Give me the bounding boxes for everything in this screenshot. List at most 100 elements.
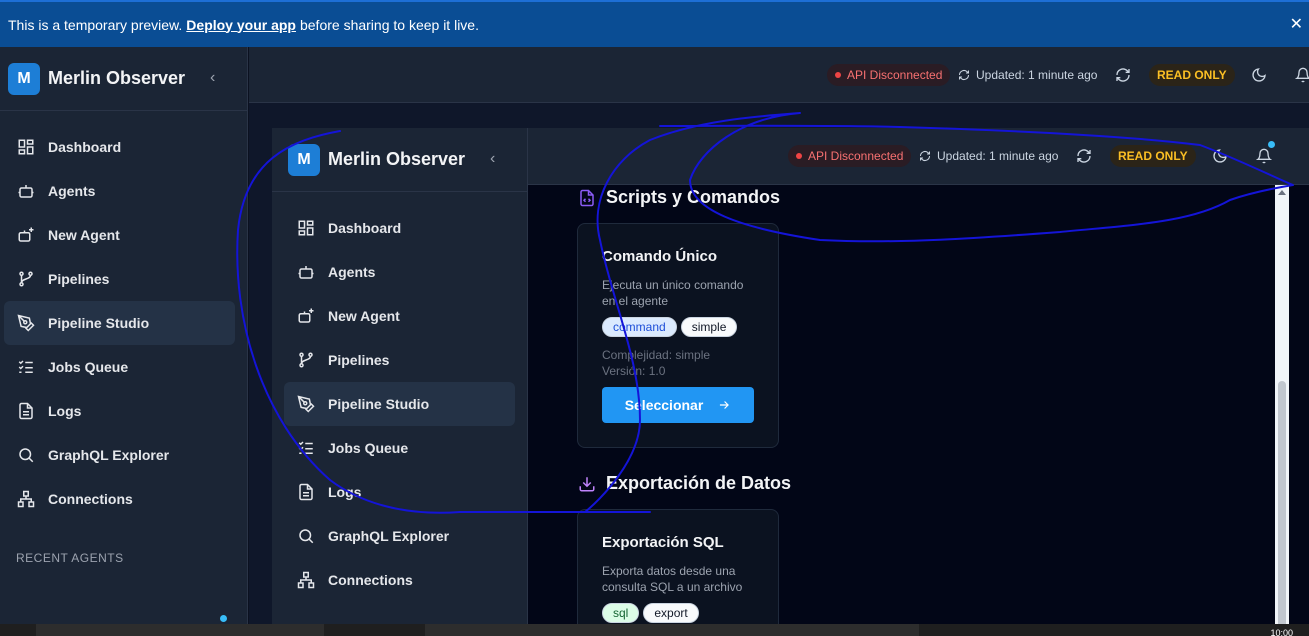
sidebar-item-pipeline-studio[interactable]: Pipeline Studio [284,382,515,426]
sidebar-item-connections[interactable]: Connections [0,477,247,521]
api-status-text: API Disconnected [808,149,904,163]
sidebar-item-pipelines[interactable]: Pipelines [0,257,247,301]
api-status-badge: API Disconnected [827,64,951,86]
sync-icon [959,70,969,80]
card-description: Exporta datos desde una consulta SQL a u… [602,564,743,594]
network-icon [16,489,36,509]
sidebar-item-label: Connections [48,491,133,507]
api-status-text: API Disconnected [847,68,943,82]
scrollbar-thumb[interactable] [1278,381,1286,631]
tag-export: export [643,603,699,623]
deploy-app-link[interactable]: Deploy your app [186,17,296,33]
sidebar-item-pipelines[interactable]: Pipelines [272,338,527,382]
select-button-label: Seleccionar [624,397,704,413]
refresh-icon[interactable] [1115,67,1133,85]
brand: M Merlin Observer ‹ [0,47,247,111]
dashboard-icon [16,137,36,157]
api-status-badge: API Disconnected [788,145,912,167]
collapse-sidebar-icon[interactable]: ‹ [210,69,215,87]
taskbar-app[interactable] [36,624,324,636]
card-version: Versión: 1.0 [602,364,666,378]
clock: 10:00 [1270,628,1293,636]
section-title-scripts: Scripts y Comandos [578,187,780,208]
search-icon [296,526,316,546]
file-code-icon [580,189,594,206]
sidebar-item-label: Agents [328,264,376,280]
bot-plus-icon [296,306,316,326]
list-checks-icon [296,438,316,458]
sidebar-item-label: Connections [328,572,413,588]
card-tags: sql export [602,603,754,623]
collapse-sidebar-icon[interactable]: ‹ [490,150,495,168]
sidebar-nav: Dashboard Agents New Agent Pipelines Pip… [0,111,247,521]
sidebar-item-jobs-queue[interactable]: Jobs Queue [0,345,247,389]
sidebar-item-jobs-queue[interactable]: Jobs Queue [272,426,527,470]
template-card-exportacion-sql: Exportación SQL Exporta datos desde una … [577,509,779,636]
status-dot [835,72,841,78]
embedded-preview: M Merlin Observer ‹ Dashboard Agents New… [272,128,1309,636]
notification-dot [1268,141,1275,148]
app-name: Merlin Observer [48,68,186,88]
banner-text-after: before sharing to keep it live. [299,16,479,33]
section-title-text: Exportación de Datos [606,473,792,493]
scrollbar[interactable] [1275,185,1289,636]
sidebar-item-new-agent[interactable]: New Agent [272,294,527,338]
sidebar-item-logs[interactable]: Logs [0,389,247,433]
sidebar-item-label: Jobs Queue [328,440,409,456]
os-taskbar: 10:00 [0,624,1309,636]
sidebar-item-dashboard[interactable]: Dashboard [272,206,527,250]
sidebar-item-label: Pipelines [328,352,390,368]
sync-icon [920,151,930,161]
templates-panel: Scripts y Comandos Comando Único Ejecuta… [552,185,1255,636]
status-dot [220,615,227,622]
select-button[interactable]: Seleccionar [602,387,754,423]
file-text-icon [16,401,36,421]
close-icon[interactable]: ✕ [1290,14,1303,34]
bot-icon [296,262,316,282]
sidebar-item-graphql-explorer[interactable]: GraphQL Explorer [0,433,247,477]
moon-icon[interactable] [1251,67,1269,85]
sidebar-item-dashboard[interactable]: Dashboard [0,125,247,169]
app-name: Merlin Observer [328,149,466,169]
banner-text: This is a temporary preview. [8,16,183,33]
scroll-up-arrow[interactable] [1278,190,1286,195]
logo: M [288,143,320,176]
template-card-comando-unico: Comando Único Ejecuta un único comando e… [577,223,779,448]
updated-status: Updated: 1 minute ago [958,68,1097,82]
sidebar-item-agents[interactable]: Agents [272,250,527,294]
card-title: Comando Único [602,248,717,265]
sidebar-item-label: New Agent [328,308,400,324]
dashboard-icon [296,218,316,238]
sidebar-item-label: Pipeline Studio [328,396,430,412]
status-dot [796,153,802,159]
taskbar-app[interactable] [425,624,919,636]
sidebar-item-label: Agents [48,183,96,199]
tag-command: command [602,317,677,337]
download-icon [579,476,595,491]
refresh-icon[interactable] [1076,148,1094,166]
sidebar-nav: Dashboard Agents New Agent Pipelines Pip… [272,192,527,602]
sidebar-item-label: Logs [328,484,362,500]
updated-text: Updated: 1 minute ago [976,68,1098,82]
read-only-badge: READ ONLY [1110,145,1196,167]
bell-icon[interactable] [1255,148,1274,166]
sidebar-item-logs[interactable]: Logs [272,470,527,514]
sidebar-item-graphql-explorer[interactable]: GraphQL Explorer [272,514,527,558]
file-text-icon [296,482,316,502]
pen-tool-icon [16,313,36,333]
card-complexity: Complejidad: simple [602,348,711,362]
moon-icon[interactable] [1212,148,1230,166]
logo: M [8,62,40,95]
sidebar-item-pipeline-studio[interactable]: Pipeline Studio [4,301,235,345]
topbar: API Disconnected Updated: 1 minute ago R… [249,47,1309,103]
git-branch-icon [16,269,36,289]
bell-icon[interactable] [1294,67,1309,85]
tag-simple: simple [680,317,738,337]
preview-banner: This is a temporary preview. Deploy your… [0,0,1309,47]
sidebar-item-label: GraphQL Explorer [48,447,170,463]
sidebar-item-agents[interactable]: Agents [0,169,247,213]
sidebar-item-label: Dashboard [48,139,122,155]
sidebar-item-label: Logs [48,403,82,419]
sidebar-item-connections[interactable]: Connections [272,558,527,602]
sidebar-item-new-agent[interactable]: New Agent [0,213,247,257]
